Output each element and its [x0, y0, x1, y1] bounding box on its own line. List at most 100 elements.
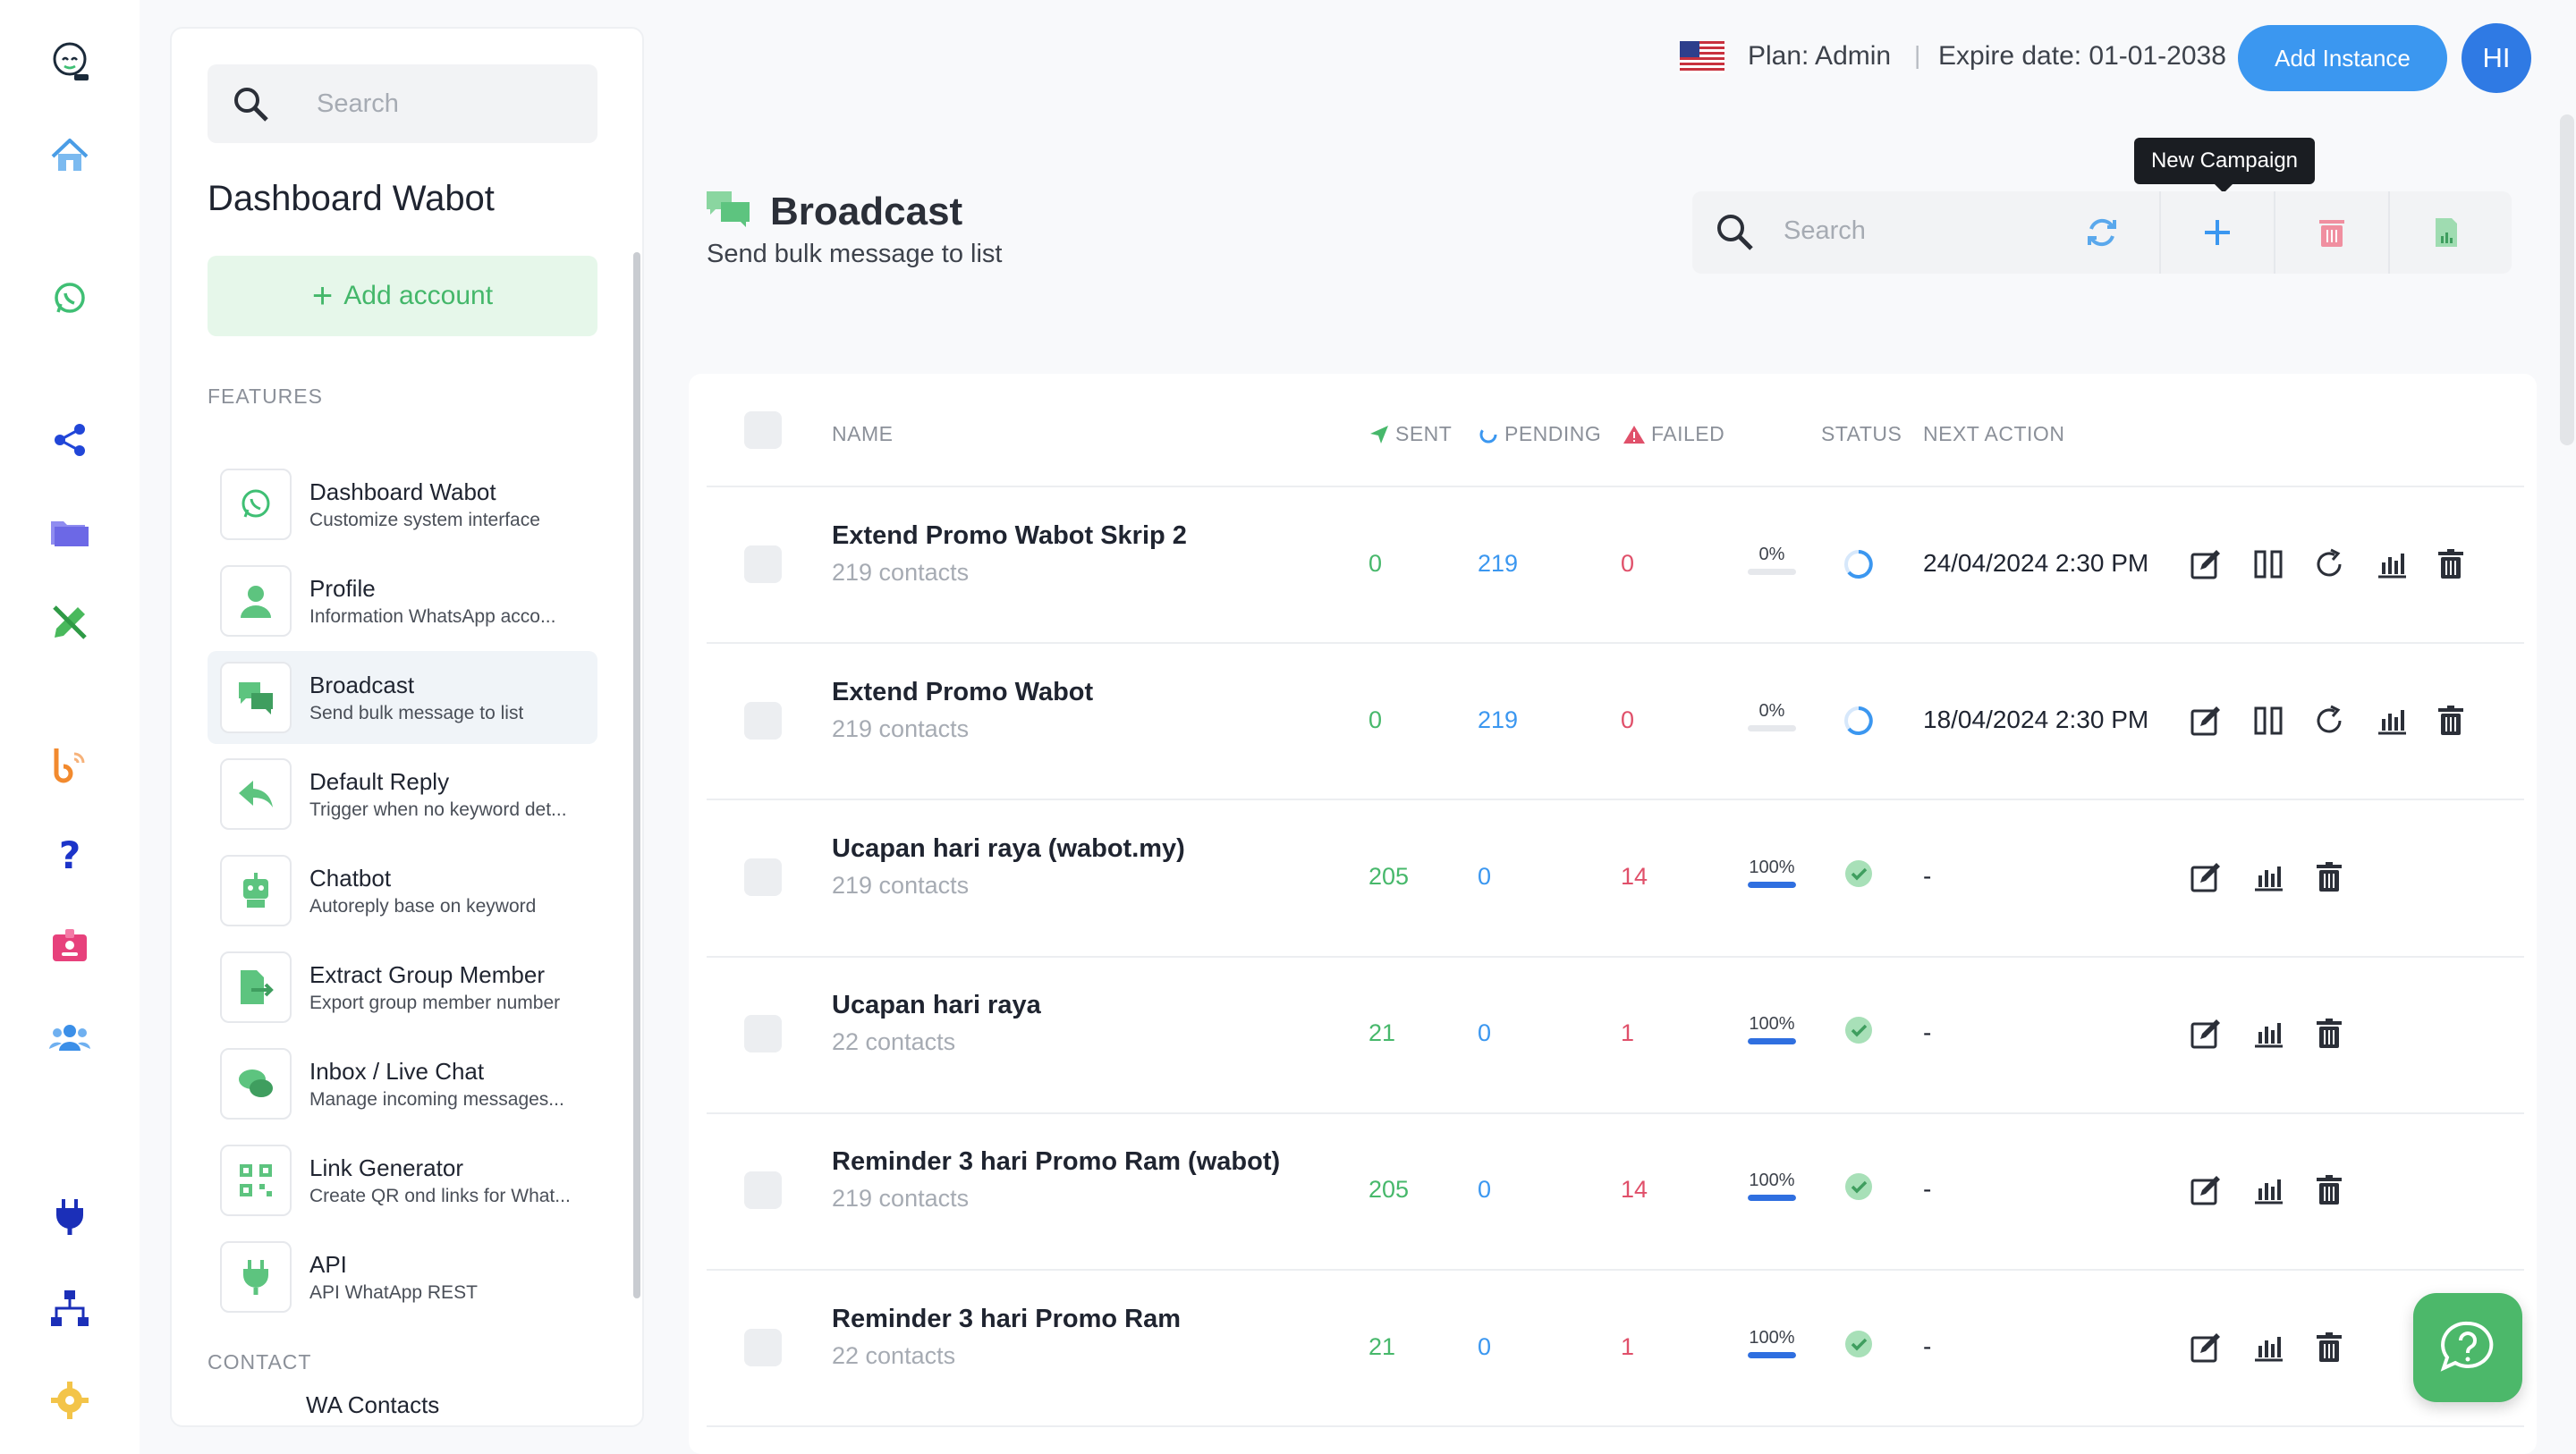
feature-api[interactable]: API API WhatApp REST [208, 1230, 597, 1323]
report-button[interactable] [2250, 1330, 2286, 1365]
users-group-icon[interactable] [36, 1003, 104, 1071]
status-completed-icon [1845, 1330, 1872, 1357]
edit-button[interactable] [2188, 1172, 2224, 1208]
report-button[interactable] [2374, 703, 2410, 739]
divider [707, 799, 2524, 801]
trash-icon [2433, 548, 2469, 586]
add-instance-button[interactable]: Add Instance [2238, 25, 2447, 91]
settings-gear-icon[interactable] [36, 1366, 104, 1434]
campaign-contacts: 22 contacts [832, 1028, 956, 1056]
chat-icon [220, 1048, 292, 1120]
report-icon [2374, 709, 2410, 742]
feature-desc: Autoreply base on keyword [309, 895, 537, 917]
feature-name: Link Generator [309, 1154, 463, 1181]
delete-button[interactable] [2433, 546, 2469, 582]
column-header-name[interactable]: NAME [832, 422, 893, 446]
broadcast-search-input[interactable]: Search [1784, 216, 1866, 246]
new-campaign-button[interactable] [2159, 191, 2274, 274]
row-checkbox[interactable] [744, 1328, 782, 1366]
feature-inbox-live-chat[interactable]: Inbox / Live Chat Manage incoming message… [208, 1037, 597, 1130]
trash-icon [2319, 220, 2344, 247]
export-report-button[interactable] [2388, 191, 2503, 274]
select-all-checkbox[interactable] [744, 411, 782, 449]
campaign-name[interactable]: Extend Promo Wabot [832, 678, 1093, 707]
share-nodes-icon[interactable] [36, 406, 104, 474]
campaign-name[interactable]: Extend Promo Wabot Skrip 2 [832, 521, 1187, 551]
feature-dashboard-wabot[interactable]: Dashboard Wabot Customize system interfac… [208, 458, 597, 551]
pencil-ruler-icon[interactable] [36, 588, 104, 656]
delete-button[interactable] [2311, 1330, 2347, 1365]
blogger-icon[interactable] [36, 730, 104, 798]
row-checkbox[interactable] [744, 1015, 782, 1053]
progress-label: 100% [1749, 1327, 1795, 1348]
add-account-button[interactable]: + Add account [208, 256, 597, 336]
report-button[interactable] [2250, 1172, 2286, 1208]
refresh-button[interactable] [2045, 191, 2159, 274]
restart-button[interactable] [2311, 703, 2347, 739]
delete-button[interactable] [2311, 859, 2347, 895]
feature-profile[interactable]: Profile Information WhatsApp acco... [208, 554, 597, 647]
row-checkbox[interactable] [744, 858, 782, 896]
feature-link-generator[interactable]: Link Generator Create QR ond links for Wh… [208, 1134, 597, 1227]
pause-button[interactable] [2250, 546, 2286, 582]
progress-track [1748, 724, 1796, 731]
column-header-sent[interactable]: SENT [1368, 422, 1452, 446]
feature-name: Extract Group Member [309, 960, 545, 988]
help-question-icon[interactable]: ? [36, 821, 104, 889]
campaign-name[interactable]: Ucapan hari raya (wabot.my) [832, 834, 1185, 864]
feature-wa-contacts-partial[interactable]: WA Contacts [306, 1391, 439, 1419]
row-checkbox[interactable] [744, 1171, 782, 1210]
user-icon [220, 565, 292, 637]
divider [707, 642, 2524, 645]
page-scrollbar[interactable] [2560, 114, 2574, 445]
panel-search-input[interactable]: Search [208, 64, 597, 143]
report-button[interactable] [2250, 1016, 2286, 1052]
delete-button[interactable] [2433, 703, 2469, 739]
restart-button[interactable] [2311, 546, 2347, 582]
row-checkbox[interactable] [744, 701, 782, 740]
warning-icon [1623, 425, 1645, 444]
whatsapp-icon[interactable] [36, 265, 104, 333]
edit-button[interactable] [2188, 546, 2224, 582]
failed-count: 14 [1621, 1176, 1648, 1204]
campaign-name[interactable]: Ucapan hari raya [832, 991, 1041, 1020]
report-button[interactable] [2374, 546, 2410, 582]
feature-chatbot[interactable]: Chatbot Autoreply base on keyword [208, 844, 597, 937]
column-header-next-action[interactable]: NEXT ACTION [1923, 422, 2064, 446]
delete-selected-button[interactable] [2274, 191, 2388, 274]
sitemap-icon[interactable] [36, 1275, 104, 1343]
help-chat-button[interactable] [2413, 1293, 2522, 1402]
report-button[interactable] [2250, 859, 2286, 895]
edit-button[interactable] [2188, 1016, 2224, 1052]
campaign-name[interactable]: Reminder 3 hari Promo Ram (wabot) [832, 1147, 1280, 1177]
home-icon[interactable] [36, 122, 104, 190]
edit-button[interactable] [2188, 1330, 2224, 1365]
add-account-label: Add account [343, 281, 494, 310]
delete-button[interactable] [2311, 1016, 2347, 1052]
edit-button[interactable] [2188, 703, 2224, 739]
column-header-pending[interactable]: PENDING [1478, 422, 1601, 446]
row-checkbox[interactable] [744, 545, 782, 583]
feature-default-reply[interactable]: Default Reply Trigger when no keyword det… [208, 748, 597, 841]
user-avatar[interactable]: HI [2462, 23, 2531, 93]
campaign-name[interactable]: Reminder 3 hari Promo Ram [832, 1305, 1181, 1334]
features-section-label: FEATURES [208, 385, 323, 408]
folder-icon[interactable] [36, 497, 104, 565]
new-campaign-tooltip: New Campaign [2134, 138, 2315, 193]
wabot-logo-icon[interactable] [36, 27, 104, 95]
us-flag-icon[interactable] [1680, 41, 1724, 73]
pause-button[interactable] [2250, 703, 2286, 739]
column-header-status[interactable]: STATUS [1821, 422, 1902, 446]
edit-button[interactable] [2188, 859, 2224, 895]
column-header-pending-label: PENDING [1504, 422, 1602, 445]
id-badge-icon[interactable] [36, 912, 104, 980]
delete-button[interactable] [2311, 1172, 2347, 1208]
search-icon [234, 88, 268, 122]
feature-broadcast[interactable]: Broadcast Send bulk message to list [208, 651, 597, 744]
divider [707, 1425, 2524, 1428]
whatsapp-icon [220, 469, 292, 540]
feature-extract-group-member[interactable]: Extract Group Member Export group member … [208, 941, 597, 1034]
plug-icon[interactable] [36, 1182, 104, 1250]
column-header-failed[interactable]: FAILED [1623, 422, 1724, 446]
panel-scrollbar[interactable] [633, 252, 640, 1298]
